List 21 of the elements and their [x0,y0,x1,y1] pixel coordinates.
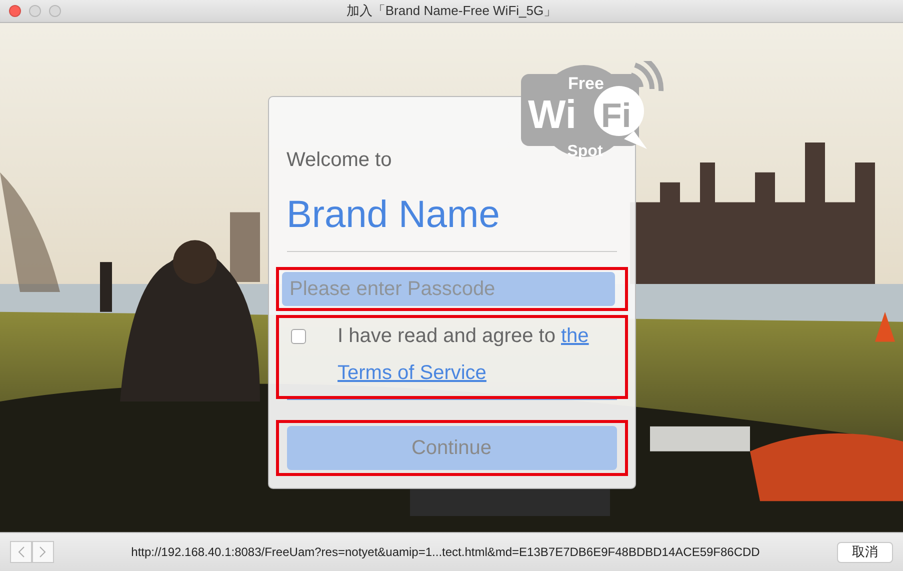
cancel-button[interactable]: 取消 [837,542,893,562]
logo-text: Fi [601,97,632,135]
passcode-field[interactable]: Please enter Passcode [282,272,614,306]
brand-name: Brand Name [286,194,500,237]
agree-checkbox[interactable] [290,329,306,344]
chevron-left-icon [17,546,25,558]
terms-link[interactable]: Terms of Service [338,362,486,384]
zoom-button[interactable] [49,5,61,17]
agreement-text: I have read and agree to [338,325,556,347]
chevron-right-icon [39,546,47,558]
terms-link[interactable]: the [561,325,589,347]
url-text: http://192.168.40.1:8083/FreeUam?res=notyet&uamip=1...tect.html&md=E13B7E7DB6E9F48BDBD14ACE59F86CDD [130,545,761,559]
close-button[interactable] [9,5,21,17]
logo-text: Wi [528,93,577,137]
window-title: 加入「Brand Name-Free WiFi_5G」 [346,2,557,20]
minimize-button[interactable] [29,5,41,17]
logo-text: Free [568,74,604,93]
back-button[interactable] [10,541,32,563]
forward-button[interactable] [32,541,54,563]
welcome-text: Welcome to [286,149,392,172]
signal-waves-icon [630,61,664,92]
